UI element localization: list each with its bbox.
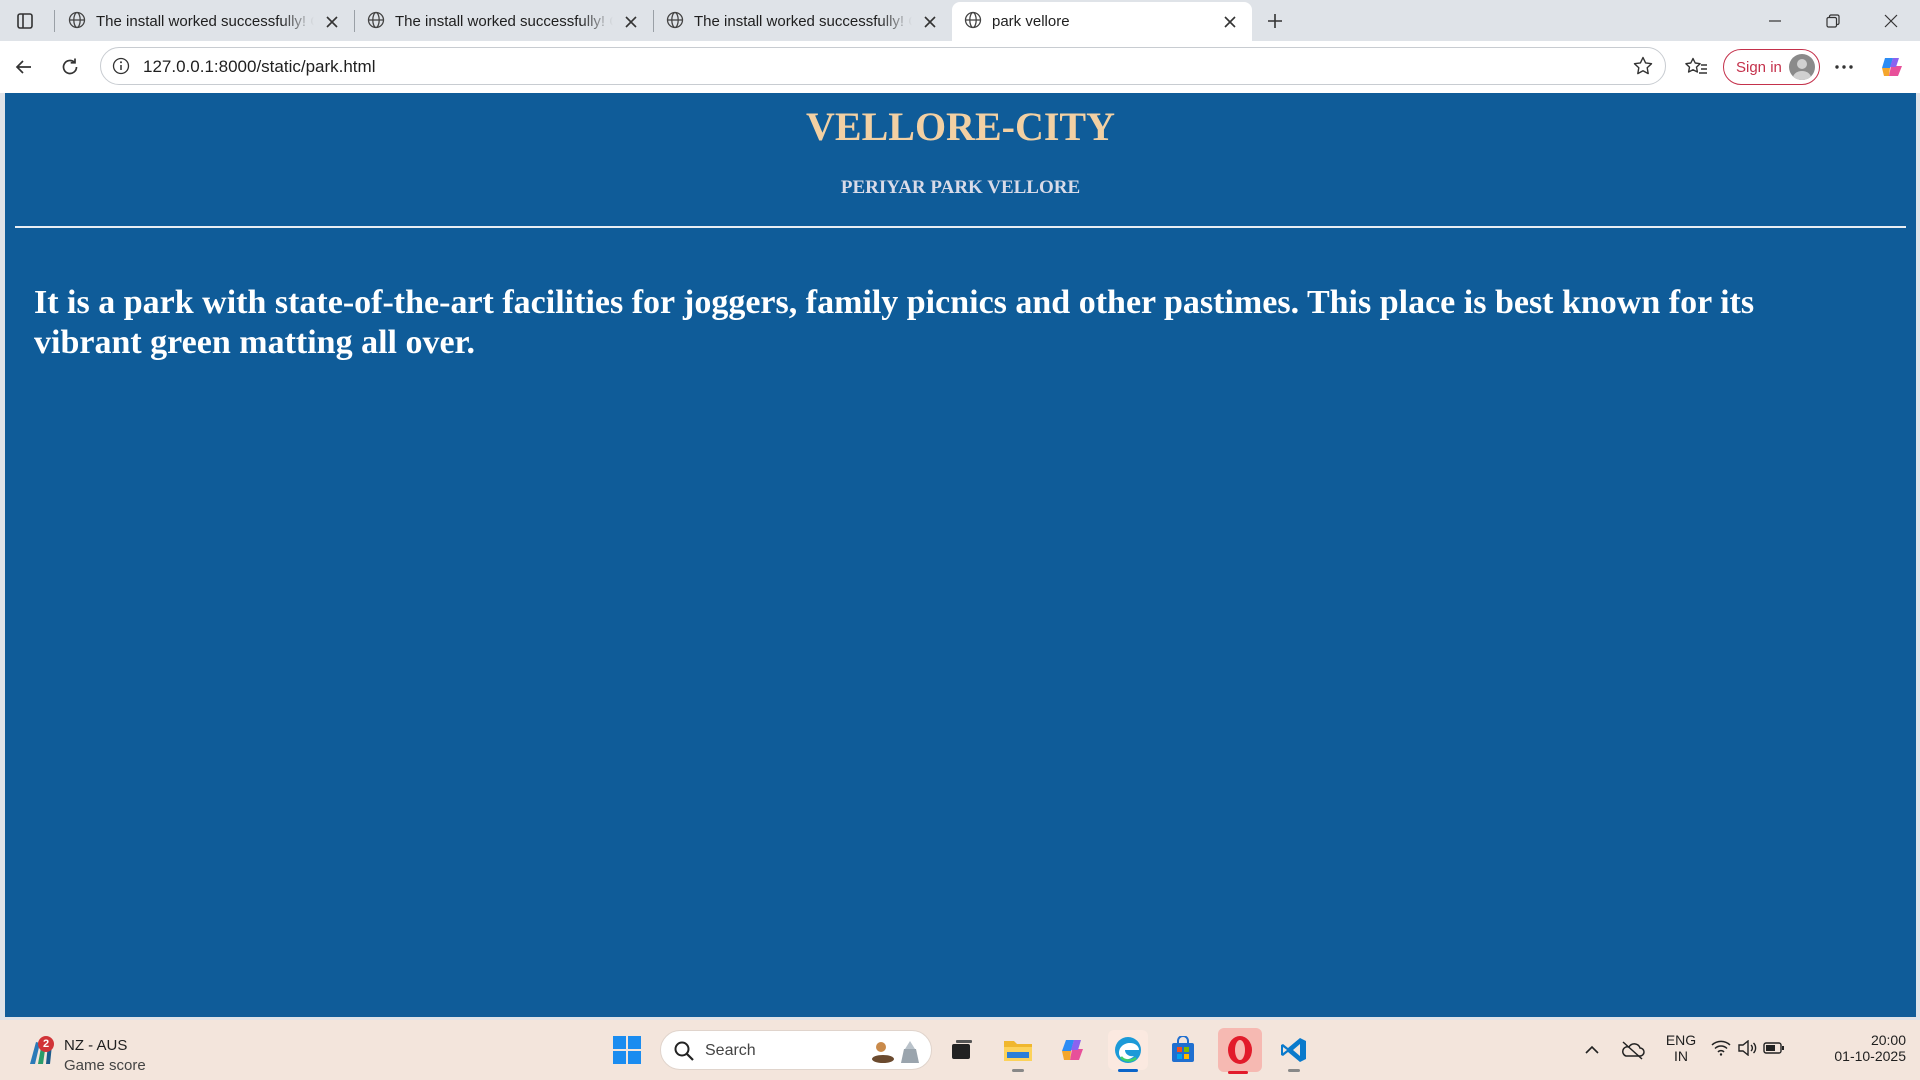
tab-install-3[interactable]: The install worked successfully! Congrat… — [654, 2, 952, 41]
sign-in-label: Sign in — [1736, 58, 1782, 76]
opera-browser-icon[interactable] — [1218, 1028, 1262, 1074]
more-options-icon[interactable] — [1828, 51, 1860, 83]
address-bar[interactable]: 127.0.0.1:8000/static/park.html — [100, 47, 1666, 85]
running-indicator — [1012, 1069, 1024, 1072]
search-highlight-icon — [869, 1037, 925, 1065]
globe-icon — [964, 11, 982, 33]
active-indicator — [1118, 1069, 1138, 1072]
region-code: IN — [1674, 1048, 1688, 1064]
page-body-text: It is a park with state-of-the-art facil… — [34, 284, 1755, 361]
vscode-icon[interactable] — [1274, 1030, 1314, 1072]
show-hidden-icons-chevron-icon[interactable] — [1572, 1030, 1612, 1070]
tab-park-vellore[interactable]: park vellore — [952, 2, 1252, 41]
clock-date: 01-10-2025 — [1834, 1048, 1906, 1064]
copilot-icon[interactable] — [1876, 51, 1908, 83]
active-indicator — [1228, 1071, 1248, 1074]
close-tab-icon[interactable] — [1220, 12, 1240, 32]
new-tab-button[interactable] — [1260, 6, 1290, 36]
taskbar: 2 NZ - AUS Game score Search ENG IN 20:0… — [0, 1020, 1920, 1080]
tab-strip: The install worked successfully! Congrat… — [0, 0, 1920, 41]
clock[interactable]: 20:00 01-10-2025 — [1810, 1032, 1906, 1064]
widget-subline: Game score — [64, 1057, 146, 1074]
notification-badge: 2 — [38, 1036, 54, 1052]
search-icon — [673, 1040, 695, 1062]
language-indicator[interactable]: ENG IN — [1658, 1032, 1704, 1064]
widgets-button[interactable]: 2 NZ - AUS Game score — [22, 1028, 172, 1074]
volume-icon — [1737, 1039, 1757, 1061]
running-indicator — [1288, 1069, 1300, 1072]
tab-title: The install worked successfully! Congrat… — [395, 13, 613, 30]
restore-window-button[interactable] — [1804, 0, 1862, 41]
favorites-icon[interactable] — [1680, 51, 1712, 83]
tab-install-1[interactable]: The install worked successfully! Congrat… — [56, 2, 354, 41]
avatar — [1789, 54, 1815, 80]
start-icon[interactable] — [607, 1030, 647, 1070]
onedrive-offline-icon[interactable] — [1614, 1030, 1652, 1070]
minimize-window-button[interactable] — [1746, 0, 1804, 41]
tab-title: park vellore — [992, 13, 1070, 30]
close-tab-icon[interactable] — [322, 12, 342, 32]
site-info-icon[interactable] — [111, 56, 131, 76]
wifi-icon — [1711, 1040, 1731, 1061]
tab-actions-menu-icon[interactable] — [12, 8, 38, 34]
battery-icon — [1763, 1041, 1785, 1060]
copilot-app-icon[interactable] — [1053, 1030, 1093, 1070]
globe-icon — [666, 11, 684, 33]
search-label: Search — [705, 1042, 756, 1059]
close-window-button[interactable] — [1862, 0, 1920, 41]
widget-headline: NZ - AUS — [64, 1037, 128, 1054]
tab-title: The install worked successfully! Congrat… — [694, 13, 912, 30]
clock-time: 20:00 — [1870, 1032, 1906, 1048]
globe-icon — [367, 11, 385, 33]
sign-in-button[interactable]: Sign in — [1723, 49, 1820, 85]
page-viewport: VELLORE-CITY PERIYAR PARK VELLORE It is … — [5, 93, 1916, 1017]
horizontal-rule — [15, 226, 1906, 228]
microsoft-store-icon[interactable] — [1163, 1030, 1203, 1070]
task-view-icon[interactable] — [941, 1030, 981, 1070]
edge-browser-icon[interactable] — [1108, 1030, 1148, 1072]
browser-toolbar: 127.0.0.1:8000/static/park.html Sign in — [0, 41, 1920, 93]
system-status-button[interactable] — [1708, 1030, 1788, 1070]
tab-title: The install worked successfully! Congrat… — [96, 13, 314, 30]
favorite-star-icon[interactable] — [1631, 54, 1655, 78]
close-tab-icon[interactable] — [621, 12, 641, 32]
page-title: VELLORE-CITY — [806, 104, 1115, 149]
tab-separator — [54, 10, 55, 32]
taskbar-search-box[interactable]: Search — [660, 1030, 932, 1070]
refresh-button[interactable] — [54, 51, 86, 83]
globe-icon — [68, 11, 86, 33]
close-tab-icon[interactable] — [920, 12, 940, 32]
address-url[interactable]: 127.0.0.1:8000/static/park.html — [143, 57, 375, 77]
back-button[interactable] — [8, 51, 40, 83]
file-explorer-icon[interactable] — [998, 1030, 1038, 1072]
tab-install-2[interactable]: The install worked successfully! Congrat… — [355, 2, 653, 41]
language-code: ENG — [1665, 1032, 1697, 1048]
page-subtitle: PERIYAR PARK VELLORE — [840, 177, 1081, 198]
